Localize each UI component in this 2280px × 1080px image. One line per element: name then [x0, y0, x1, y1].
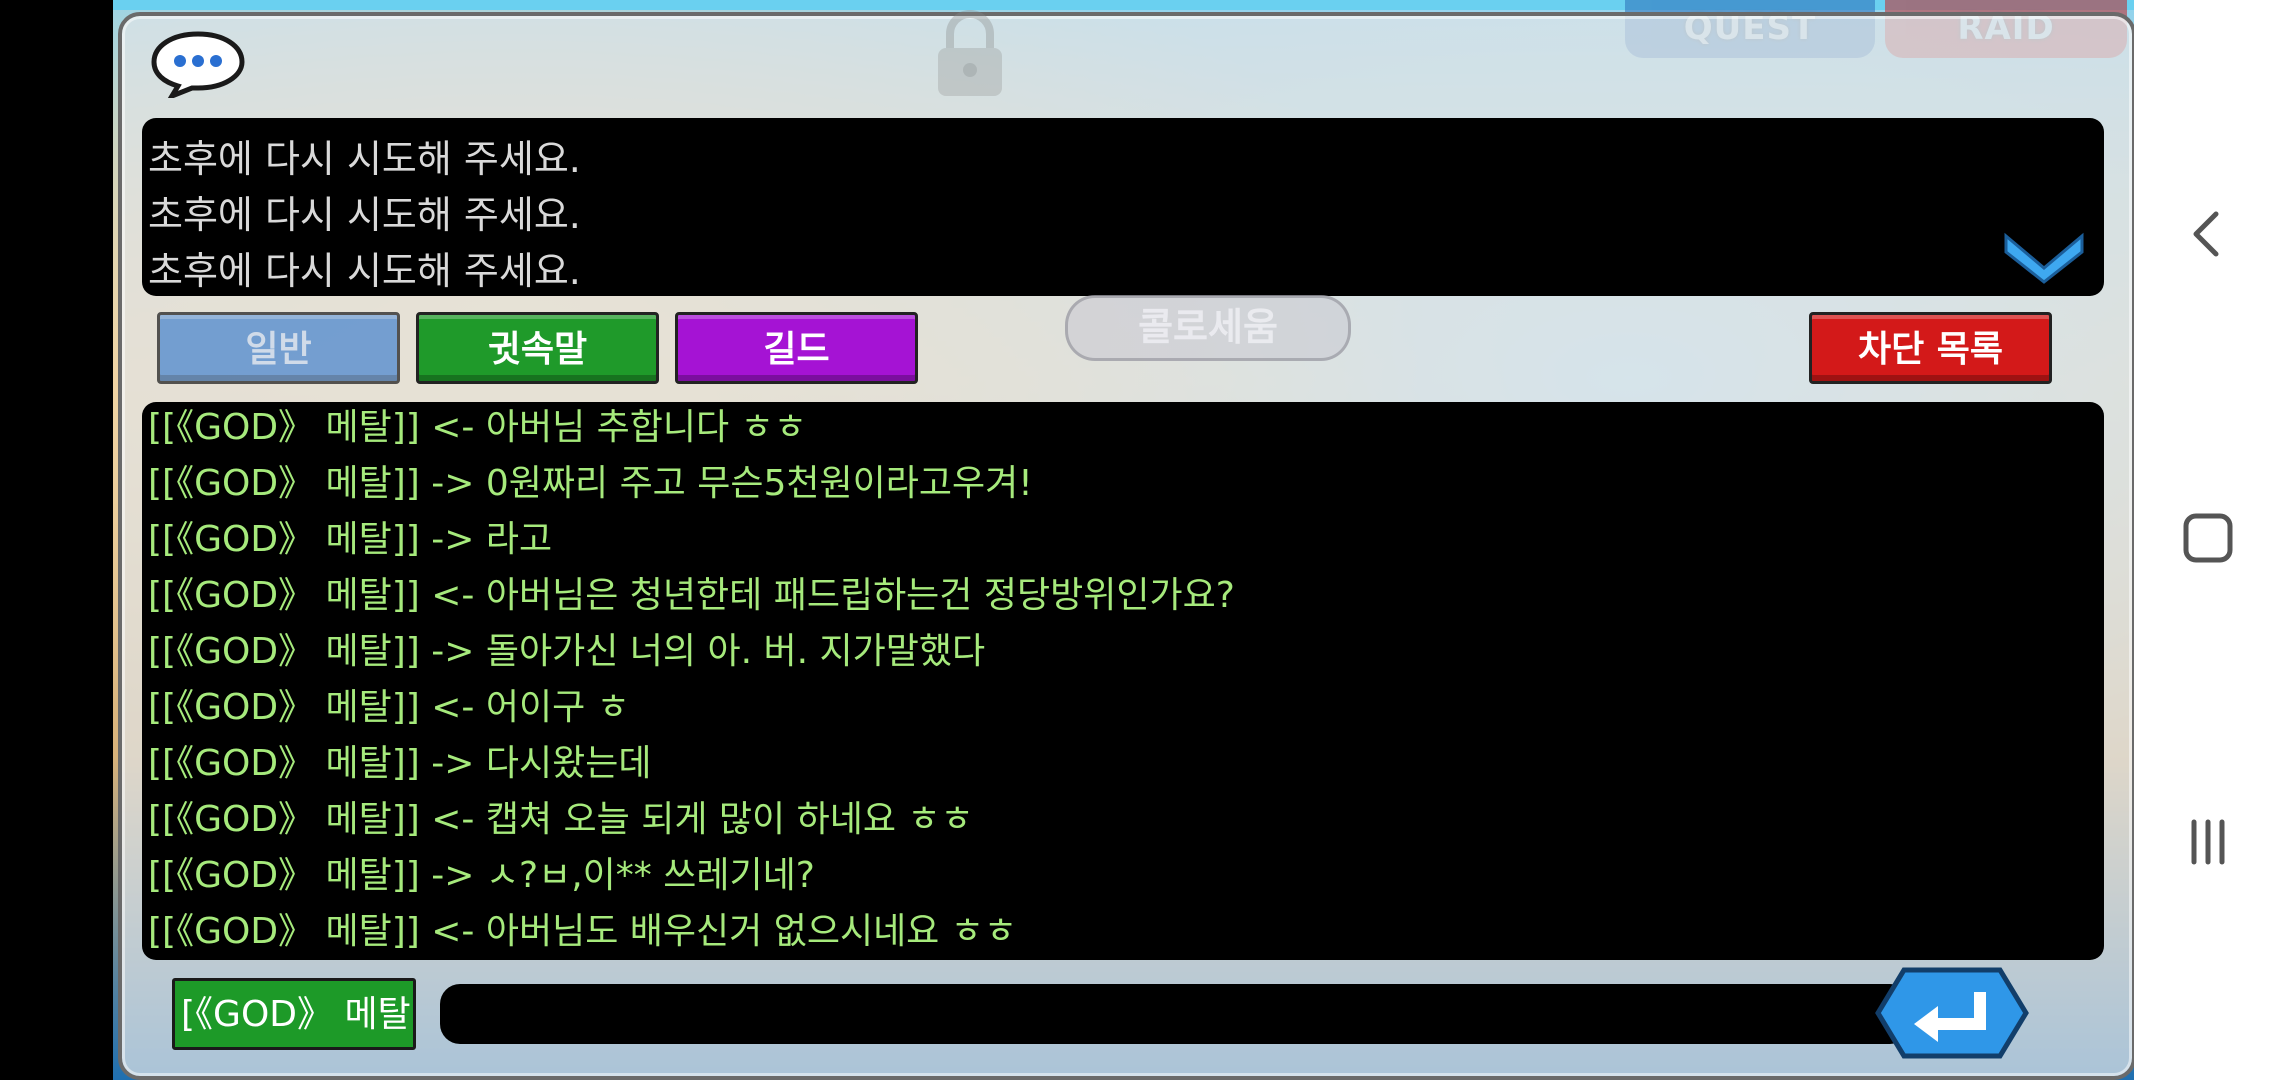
list-item: [[《GOD》 메탈]] -> 라고 — [148, 519, 553, 560]
system-message: 초후에 다시 시도해 주세요. — [148, 137, 581, 181]
system-message: 초후에 다시 시도해 주세요. — [148, 193, 581, 237]
recents-icon[interactable] — [2170, 804, 2246, 880]
colosseum-background-label: 콜로세움 — [1065, 295, 1351, 361]
list-item: [[《GOD》 메탈]] -> 돌아가신 너의 아. 버. 지가말했다 — [148, 631, 986, 672]
list-item: [[《GOD》 메탈]] -> 0원짜리 주고 무슨5천원이라고우겨! — [148, 463, 1033, 504]
list-item: [[《GOD》 메탈]] -> 다시왔는데 — [148, 743, 652, 784]
chat-input[interactable] — [440, 984, 1910, 1044]
block-list-button[interactable]: 차단 목록 — [1809, 312, 2052, 384]
message-list[interactable]: [[《GOD》 메탈]] <- 아버님 추합니다 ㅎㅎ [[《GOD》 메탈]]… — [142, 402, 2104, 960]
chevron-down-icon[interactable] — [2000, 222, 2088, 286]
home-icon[interactable] — [2170, 500, 2246, 576]
enter-arrow-icon[interactable] — [1874, 966, 2030, 1060]
list-item: [[《GOD》 메탈]] <- 어이구 ㅎ — [148, 687, 630, 728]
tab-whisper[interactable]: 귓속말 — [416, 312, 659, 384]
system-message: 초후에 다시 시도해 주세요. — [148, 249, 581, 293]
chat-bubble-icon[interactable] — [150, 30, 246, 98]
recipient-tag[interactable]: [《GOD》 메탈] — [172, 978, 416, 1050]
list-item: [[《GOD》 메탈]] <- 아버님도 배우신거 없으시네요 ㅎㅎ — [148, 911, 1017, 952]
list-item: [[《GOD》 메탈]] <- 아버님 추합니다 ㅎㅎ — [148, 407, 807, 448]
list-item: [[《GOD》 메탈]] -> ㅅ?ㅂ,이** 쓰레기네? — [148, 855, 815, 896]
tab-guild[interactable]: 길드 — [675, 312, 918, 384]
tab-normal[interactable]: 일반 — [157, 312, 400, 384]
lock-icon — [938, 10, 1002, 96]
back-icon[interactable] — [2170, 196, 2246, 272]
list-item: [[《GOD》 메탈]] <- 캡쳐 오늘 되게 많이 하네요 ㅎㅎ — [148, 799, 974, 840]
list-item: [[《GOD》 메탈]] <- 아버님은 청년한테 패드립하는건 정당방위인가요… — [148, 575, 1235, 616]
system-message-box: 초후에 다시 시도해 주세요. 초후에 다시 시도해 주세요. 초후에 다시 시… — [142, 118, 2104, 296]
